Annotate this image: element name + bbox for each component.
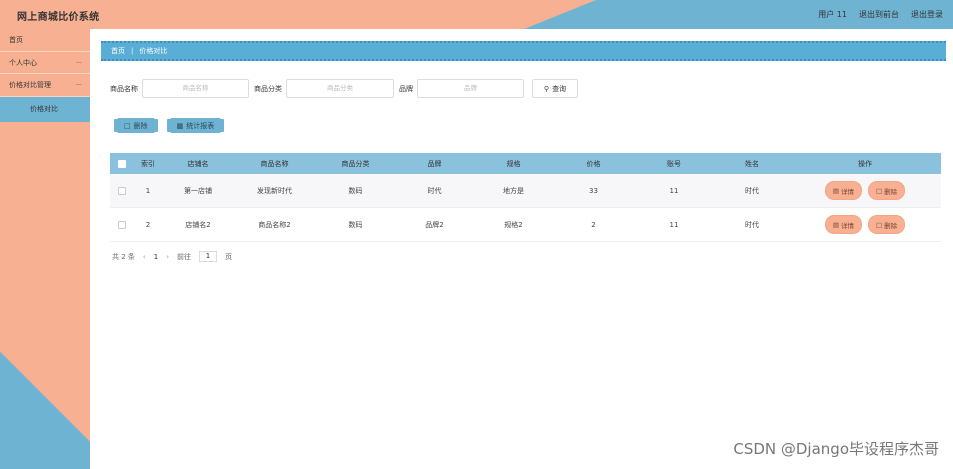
action-bar: □ 删除 ▩ 统计报表: [117, 118, 222, 133]
cell-category: 数码: [348, 186, 363, 195]
detail-icon: ▤: [832, 186, 839, 195]
cell-price: 33: [589, 186, 598, 195]
sidebar-item-label: 首页: [9, 36, 23, 44]
detail-button[interactable]: ▤ 详情: [825, 182, 861, 199]
top-links: 用户 11 退出到前台 退出登录: [818, 9, 943, 20]
cell-index: 2: [145, 220, 151, 229]
watermark: CSDN @Django毕设程序杰哥: [733, 440, 939, 458]
prev-page-button[interactable]: ‹: [143, 253, 146, 261]
sidebar-item-price-compare-mgmt[interactable]: 价格对比管理 —: [0, 74, 90, 97]
detail-icon: ▤: [832, 220, 839, 229]
trash-icon: □: [124, 121, 131, 130]
next-page-button[interactable]: ›: [166, 253, 169, 261]
detail-button[interactable]: ▤ 详情: [825, 216, 861, 233]
app-title: 网上商城比价系统: [17, 12, 100, 23]
batch-delete-button[interactable]: □ 删除: [117, 118, 155, 133]
breadcrumb-current: 价格对比: [139, 47, 168, 55]
page-unit-label: 页: [225, 252, 232, 261]
table-row: 2 店铺名2 商品名称2 数码 品牌2 规格2 2 11 时代 ▤ 详情 □ 删…: [110, 208, 941, 242]
query-button[interactable]: ⚲ 查询: [532, 79, 578, 98]
cell-spec: 地方是: [503, 186, 524, 195]
search-icon: ⚲: [543, 84, 550, 93]
cell-product: 商品名称2: [258, 220, 291, 229]
col-account: 账号: [667, 159, 681, 168]
cell-account: 11: [669, 186, 679, 195]
current-user: 用户 11: [818, 10, 847, 19]
cell-price: 2: [591, 220, 596, 229]
detail-label: 详情: [841, 187, 854, 196]
brand-input[interactable]: 品牌: [417, 79, 524, 98]
category-input[interactable]: 商品分类: [286, 79, 394, 98]
search-filters: 商品名称 商品名称 商品分类 商品分类 品牌 品牌 ⚲ 查询: [110, 79, 578, 98]
sidebar-subitem-price-compare[interactable]: 价格对比: [0, 96, 90, 122]
cell-name: 时代: [745, 186, 759, 195]
cell-account: 11: [669, 220, 679, 229]
col-product: 商品名称: [260, 159, 289, 168]
row-select-cell: [110, 186, 134, 195]
query-button-label: 查询: [552, 84, 567, 93]
cell-product: 发现新时代: [257, 186, 292, 195]
main-content: 首页 | 价格对比 商品名称 商品名称 商品分类 商品分类 品牌 品牌 ⚲ 查询…: [90, 29, 953, 469]
row-checkbox[interactable]: [118, 220, 126, 229]
cell-brand: 时代: [427, 186, 442, 195]
product-name-input[interactable]: 商品名称: [142, 79, 249, 98]
detail-label: 详情: [841, 221, 854, 230]
row-delete-label: 删除: [884, 187, 898, 196]
breadcrumb: 首页 | 价格对比: [101, 41, 946, 61]
cell-shop: 店铺名2: [185, 220, 211, 229]
col-price: 价格: [586, 159, 601, 168]
sidebar: 首页 个人中心 — 价格对比管理 — 价格对比: [0, 29, 90, 469]
trash-icon: □: [876, 220, 883, 229]
row-delete-label: 删除: [884, 221, 898, 230]
col-actions: 操作: [858, 159, 872, 168]
table-header: 索引 店铺名 商品名称 商品分类 品牌 规格 价格 账号 姓名 操作: [110, 153, 941, 174]
cell-actions: ▤ 详情 □ 删除: [789, 216, 941, 233]
logout-link[interactable]: 退出登录: [911, 9, 943, 20]
top-header: 网上商城比价系统 用户 11 退出到前台 退出登录: [0, 0, 953, 29]
chevron-down-icon: —: [76, 58, 82, 66]
table-row: 1 第一店铺 发现新时代 数码 时代 地方是 33 11 时代 ▤ 详情 □ 删…: [110, 174, 941, 208]
back-to-frontend-link[interactable]: 退出到前台: [859, 9, 899, 20]
price-compare-table: 索引 店铺名 商品名称 商品分类 品牌 规格 价格 账号 姓名 操作 1 第一店…: [110, 153, 941, 242]
product-name-label: 商品名称: [110, 84, 138, 93]
cell-spec: 规格2: [504, 220, 523, 229]
row-delete-button[interactable]: □ 删除: [869, 216, 905, 233]
col-category: 商品分类: [341, 159, 370, 168]
batch-delete-label: 删除: [133, 121, 148, 130]
select-all-cell: [110, 159, 134, 168]
sidebar-item-home[interactable]: 首页: [0, 29, 90, 52]
col-brand: 品牌: [427, 159, 442, 168]
trash-icon: □: [876, 186, 883, 195]
sidebar-item-label: 价格对比管理: [9, 81, 51, 89]
breadcrumb-separator: |: [131, 47, 134, 55]
brand-label: 品牌: [399, 84, 413, 93]
col-spec: 规格: [506, 159, 521, 168]
pagination: 共 2 条 ‹ 1 › 前往 1 页: [112, 251, 232, 262]
cell-category: 数码: [348, 220, 363, 229]
total-count: 共 2 条: [112, 252, 135, 261]
statistics-report-button[interactable]: ▩ 统计报表: [169, 118, 222, 133]
row-select-cell: [110, 220, 134, 229]
sidebar-item-label: 个人中心: [9, 58, 37, 67]
cell-shop: 第一店铺: [184, 186, 212, 195]
bar-chart-icon: ▩: [176, 121, 184, 130]
goto-page-input[interactable]: 1: [199, 251, 217, 262]
select-all-checkbox[interactable]: [118, 159, 126, 168]
col-shop: 店铺名: [187, 159, 209, 168]
goto-label: 前往: [177, 252, 191, 261]
chevron-up-icon: —: [76, 81, 82, 88]
cell-actions: ▤ 详情 □ 删除: [789, 182, 941, 199]
category-label: 商品分类: [254, 84, 282, 93]
cell-brand: 品牌2: [425, 220, 444, 229]
sidebar-item-personal-center[interactable]: 个人中心 —: [0, 52, 90, 74]
breadcrumb-home[interactable]: 首页: [111, 46, 125, 56]
current-page[interactable]: 1: [154, 253, 158, 261]
col-name: 姓名: [745, 159, 759, 168]
statistics-report-label: 统计报表: [186, 121, 215, 130]
cell-name: 时代: [745, 220, 759, 229]
row-delete-button[interactable]: □ 删除: [869, 182, 905, 199]
row-checkbox[interactable]: [118, 186, 126, 195]
cell-index: 1: [145, 186, 151, 195]
col-index: 索引: [141, 159, 155, 168]
